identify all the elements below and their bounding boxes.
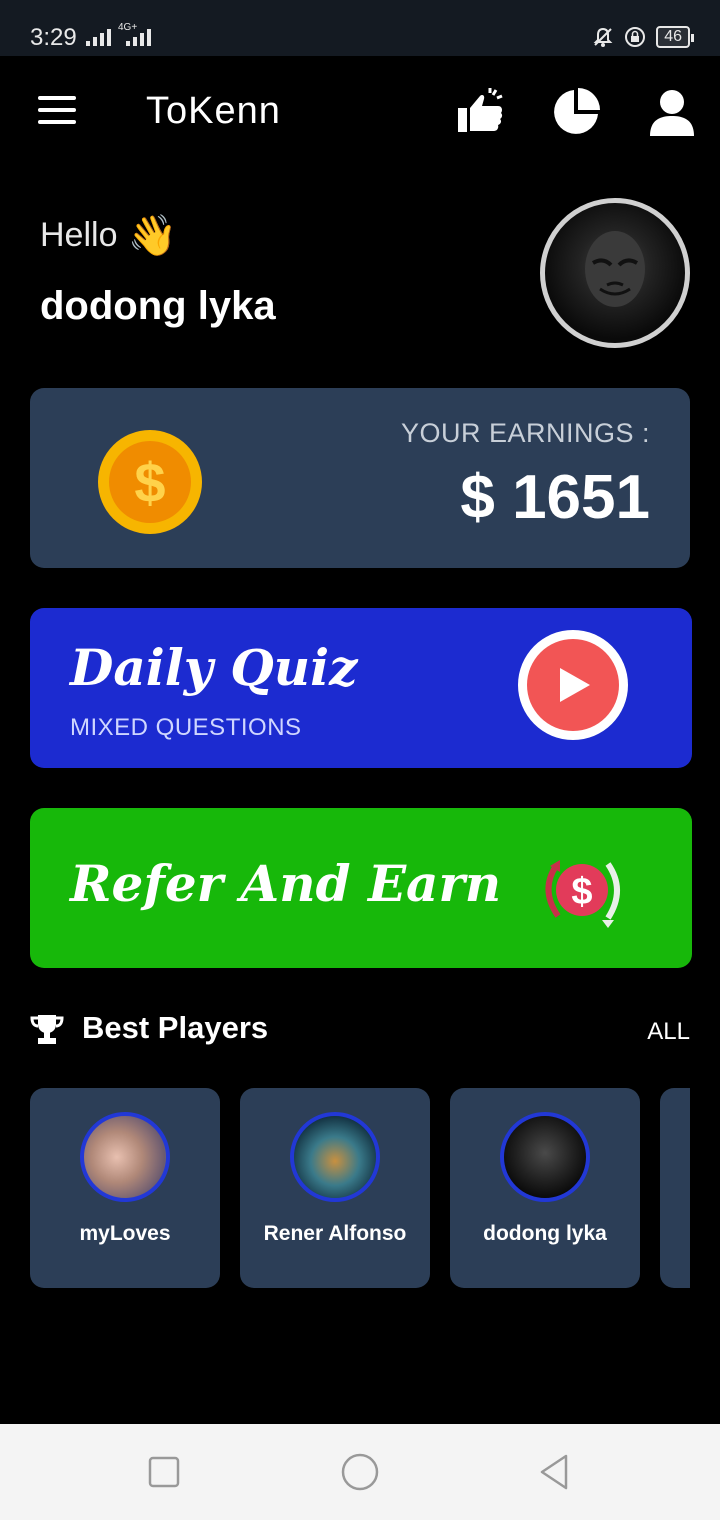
recent-apps-icon[interactable] bbox=[144, 1452, 184, 1492]
view-all-link[interactable]: ALL bbox=[647, 1018, 690, 1046]
user-icon[interactable] bbox=[646, 86, 698, 138]
back-icon[interactable] bbox=[536, 1452, 576, 1492]
daily-quiz-title: Daily Quiz bbox=[70, 638, 358, 697]
status-right: 46 bbox=[592, 26, 694, 48]
coin-icon: $ bbox=[98, 430, 202, 534]
player-name: dodong lyka bbox=[483, 1222, 607, 1245]
player-card[interactable]: Rener Alfonso bbox=[240, 1088, 430, 1288]
profile-avatar[interactable] bbox=[540, 198, 690, 348]
player-avatar bbox=[500, 1112, 590, 1202]
svg-text:$: $ bbox=[571, 871, 592, 913]
earnings-label: YOUR EARNINGS : bbox=[400, 418, 650, 448]
lock-rotation-icon bbox=[625, 27, 646, 47]
player-card-partial[interactable] bbox=[660, 1088, 690, 1288]
player-name: Rener Alfonso bbox=[263, 1222, 407, 1245]
signal-icon-2 bbox=[126, 28, 151, 46]
menu-icon[interactable] bbox=[38, 96, 76, 126]
earnings-card: $ YOUR EARNINGS : $ 1651 bbox=[30, 388, 690, 568]
navigation-bar bbox=[0, 1424, 720, 1520]
status-bar: 3:29 4G+ 46 bbox=[0, 0, 720, 56]
greeting-hello: Hello 👋 bbox=[40, 212, 177, 259]
refer-dollar-icon: $ bbox=[545, 860, 620, 928]
app-bar: ToKenn bbox=[0, 56, 720, 168]
pie-chart-icon[interactable] bbox=[550, 86, 602, 138]
bell-off-icon bbox=[593, 27, 613, 47]
player-avatar bbox=[290, 1112, 380, 1202]
trophy-icon bbox=[30, 1015, 64, 1044]
battery-indicator: 46 bbox=[656, 26, 694, 48]
user-name: dodong lyka bbox=[40, 284, 276, 328]
refer-and-earn-card[interactable]: Refer And Earn $ bbox=[30, 808, 692, 968]
player-card[interactable]: dodong lyka bbox=[450, 1088, 640, 1288]
refer-title: Refer And Earn bbox=[70, 854, 502, 913]
daily-quiz-card[interactable]: Daily Quiz MIXED QUESTIONS bbox=[30, 608, 692, 768]
player-card[interactable]: myLoves bbox=[30, 1088, 220, 1288]
app-title: ToKenn bbox=[146, 90, 281, 132]
earnings-value: $ 1651 bbox=[460, 463, 650, 532]
best-players-list[interactable]: myLoves Rener Alfonso dodong lyka bbox=[30, 1088, 690, 1290]
player-avatar bbox=[80, 1112, 170, 1202]
hello-text: Hello bbox=[40, 216, 118, 254]
signal-icon bbox=[86, 28, 111, 46]
daily-quiz-subtitle: MIXED QUESTIONS bbox=[70, 714, 302, 741]
home-icon[interactable] bbox=[340, 1452, 380, 1492]
play-icon bbox=[560, 668, 590, 702]
wave-icon: 👋 bbox=[127, 214, 178, 258]
mask-avatar-image bbox=[585, 231, 645, 307]
best-players-title: Best Players bbox=[82, 1010, 269, 1045]
best-players-header: Best Players ALL bbox=[30, 1008, 690, 1052]
player-name: myLoves bbox=[79, 1222, 171, 1245]
status-time: 3:29 bbox=[30, 24, 77, 51]
play-button[interactable] bbox=[518, 630, 628, 740]
thumbs-up-icon[interactable] bbox=[454, 86, 506, 138]
